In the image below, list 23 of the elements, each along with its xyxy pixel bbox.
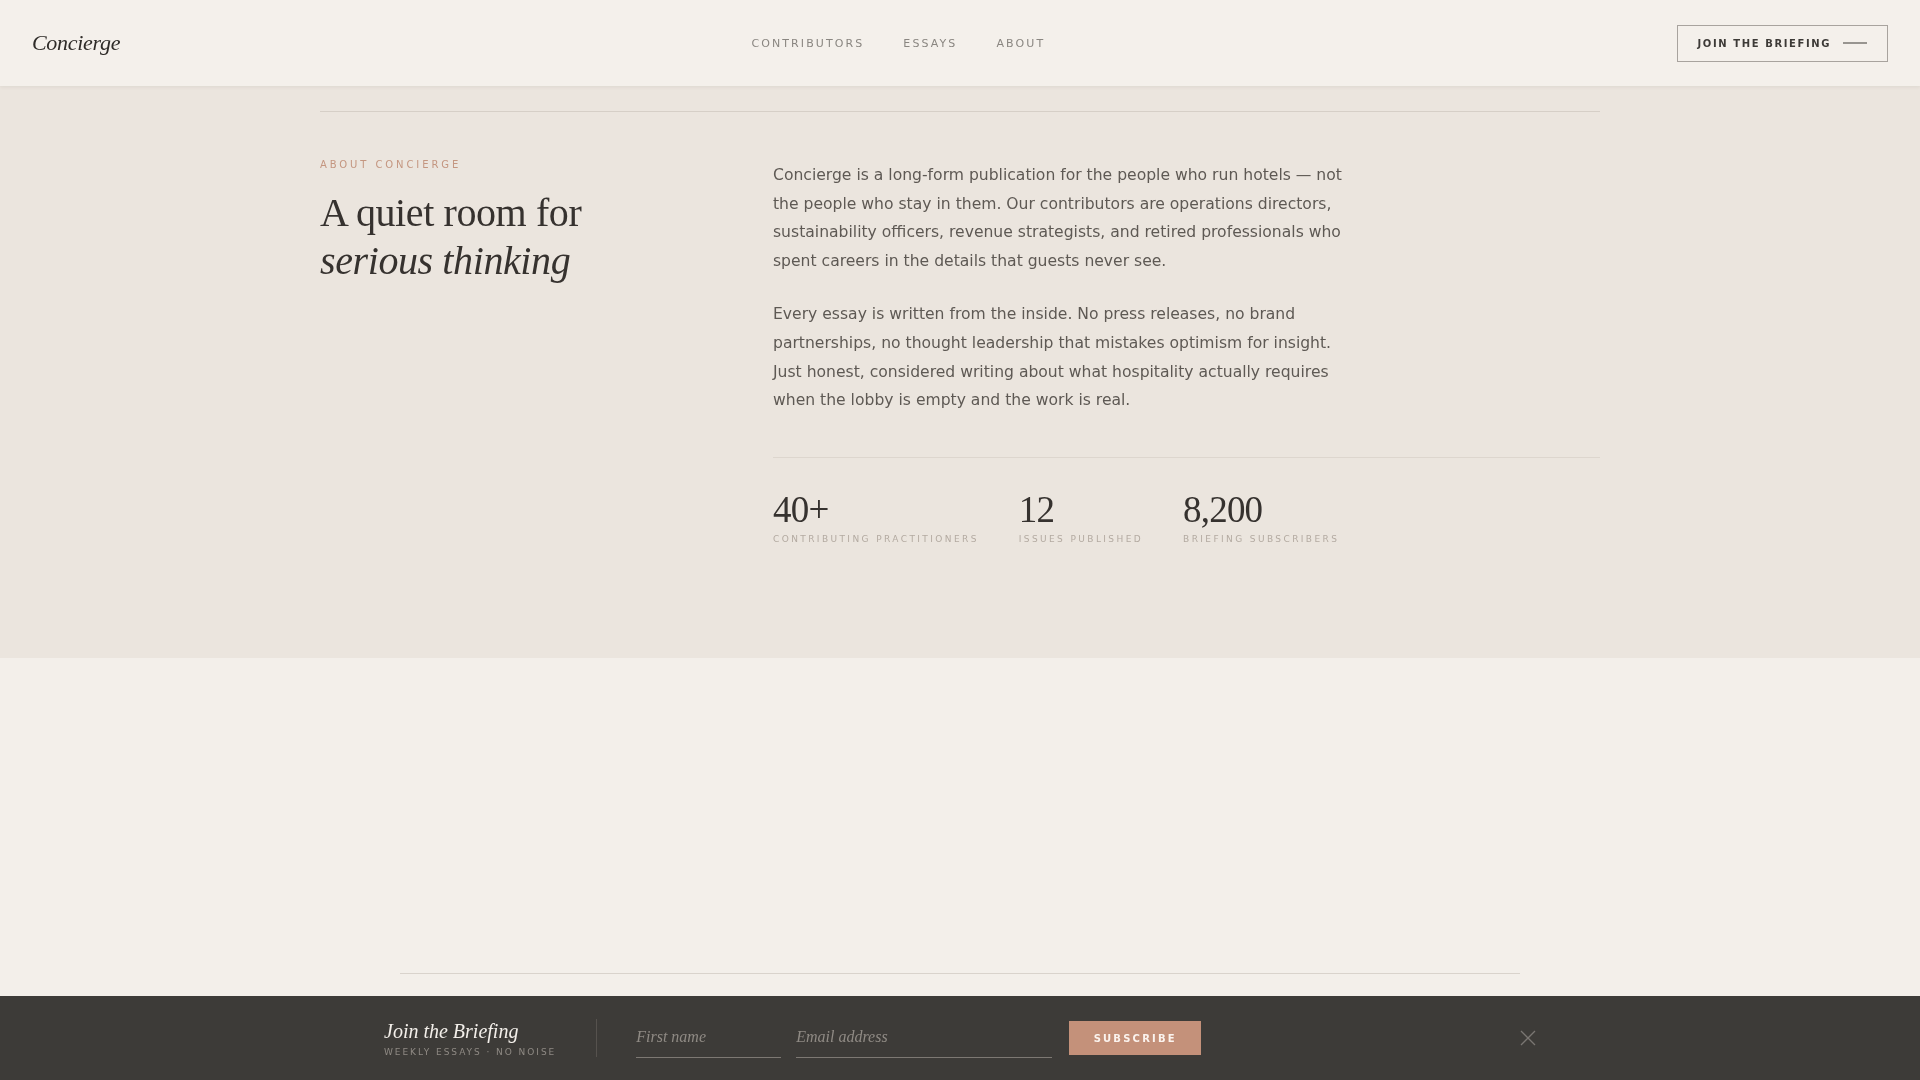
stat-value: 40+ bbox=[773, 490, 830, 529]
nav-link[interactable]: CONTRIBUTORS bbox=[751, 36, 865, 50]
stat-label: BRIEFING SUBSCRIBERS bbox=[1183, 532, 1340, 545]
stat-value: 12 bbox=[1018, 490, 1056, 529]
join-button[interactable]: JOIN THE BRIEFING bbox=[1676, 24, 1888, 62]
section-heading: A quiet room for serious thinking bbox=[320, 189, 583, 285]
close-button[interactable] bbox=[1520, 1030, 1536, 1046]
section-eyebrow: ABOUT CONCIERGE bbox=[320, 159, 463, 171]
stat-label: CONTRIBUTING PRACTITIONERS bbox=[773, 532, 979, 545]
input-field[interactable]: First name bbox=[636, 1018, 782, 1058]
logo[interactable]: Concierge bbox=[32, 30, 121, 56]
input-field[interactable]: Email address bbox=[796, 1018, 1053, 1058]
briefing-title: Join the Briefing bbox=[384, 1018, 520, 1043]
subscribe-button[interactable]: SUBSCRIBE bbox=[1069, 1021, 1202, 1055]
nav-link[interactable]: ESSAYS bbox=[903, 36, 958, 50]
body-paragraph: Every essay is written from the inside. No press releases, no brand partnerships, no thought leadership that mistakes optimism for insight. Just honest, considered writing about what hospitality actually requires when the lobby is empty and the work is real. bbox=[773, 304, 1333, 412]
close-icon bbox=[1520, 1030, 1536, 1046]
stat-value: 8,200 bbox=[1183, 490, 1264, 529]
stat-label: ISSUES PUBLISHED bbox=[1018, 532, 1144, 545]
nav-link[interactable]: ABOUT bbox=[996, 36, 1046, 50]
body-paragraph: Concierge is a long-form publication for the people who run hotels — not the people who stay in them. Our contributors are operations directors, sustainability officers, revenue strategists, and retired professionals who spent careers in the details that guests never see. bbox=[773, 165, 1343, 272]
dash-icon bbox=[1843, 42, 1867, 44]
briefing-subtitle: WEEKLY ESSAYS · NO NOISE bbox=[384, 1045, 557, 1058]
